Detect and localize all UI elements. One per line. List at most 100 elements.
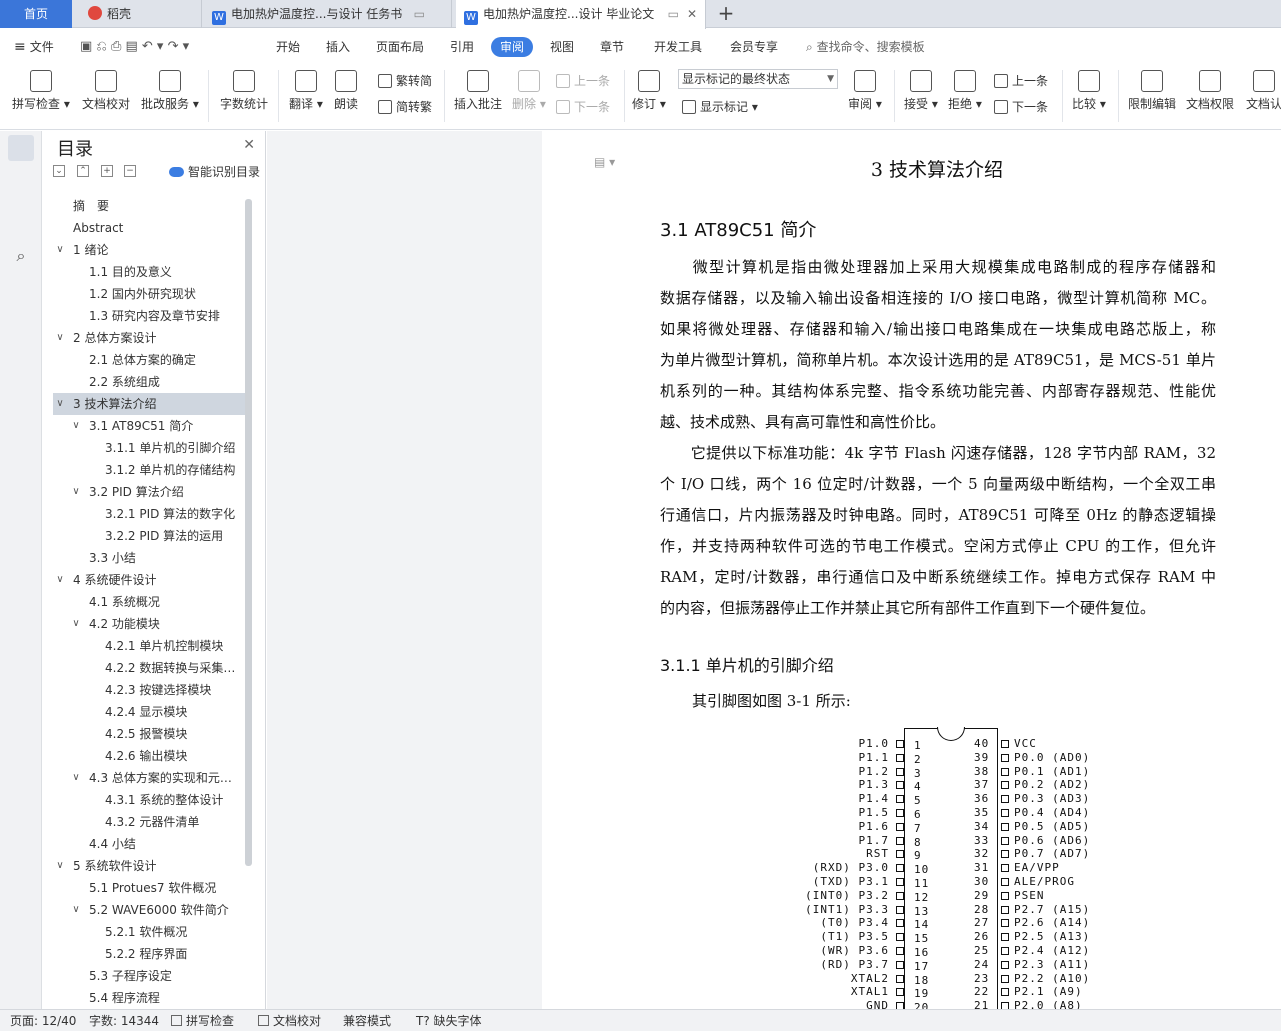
toc-item[interactable]: ∨ 3.1 AT89C51 简介 [53, 415, 246, 437]
toc-item[interactable]: 5.2.1 软件概况 [53, 921, 246, 943]
tab-task-doc[interactable]: W 电加热炉温度控...与设计 任务书 ▭ [204, 0, 452, 28]
word-count-button[interactable]: 字数统计 [220, 70, 268, 112]
doc-cert-button[interactable]: 文档认 [1246, 70, 1281, 112]
toc-item[interactable]: ∨ 2 总体方案设计 [53, 327, 246, 349]
toc-item[interactable]: 4.4 小结 [53, 833, 246, 855]
toc-item[interactable]: 1.1 目的及意义 [53, 261, 246, 283]
read-aloud-button[interactable]: 朗读 [334, 70, 358, 112]
tab-docer[interactable]: 稻壳 [74, 0, 202, 28]
toc-item[interactable]: ∨ 1 绪论 [53, 239, 246, 261]
chevron-down-icon[interactable]: ∨ [71, 767, 81, 789]
menu-start[interactable]: 开始 [276, 34, 300, 60]
toc-item[interactable]: 摘 要 [53, 195, 246, 217]
toc-item[interactable]: 5.2.2 程序界面 [53, 943, 246, 965]
chevron-down-icon[interactable]: ∨ [55, 569, 65, 591]
next-change-button[interactable]: 下一条 [994, 98, 1048, 115]
tab-window-icon[interactable]: ▭ [668, 0, 679, 28]
menu-dev-tools[interactable]: 开发工具 [654, 34, 702, 60]
command-search[interactable]: ⌕ 查找命令、搜索模板 [806, 34, 925, 60]
smart-toc-button[interactable]: 智能识别目录 [169, 163, 260, 180]
prev-change-button[interactable]: 上一条 [994, 72, 1048, 89]
page-indicator[interactable]: 页面: 12/40 [10, 1010, 76, 1032]
correction-service-button[interactable]: 批改服务 ▾ [141, 70, 199, 112]
menu-chapter[interactable]: 章节 [600, 34, 624, 60]
add-heading-icon[interactable]: + [101, 165, 113, 177]
toc-item[interactable]: 3.3 小结 [53, 547, 246, 569]
expand-icon[interactable]: ⌄ [53, 165, 65, 177]
toc-item[interactable]: Abstract [53, 217, 246, 239]
toc-item[interactable]: 4.1 系统概况 [53, 591, 246, 613]
document-page[interactable]: ▤ ▾ 3 技术算法介绍 3.1 AT89C51 简介 微型计算机是指由微处理器… [542, 131, 1281, 1009]
chevron-down-icon[interactable]: ∨ [55, 239, 65, 261]
toc-item[interactable]: 4.2.6 输出模块 [53, 745, 246, 767]
insert-comment-button[interactable]: 插入批注 [454, 70, 502, 112]
menu-file[interactable]: ≡ 文件 [14, 34, 54, 60]
toc-item[interactable]: 3.2.2 PID 算法的运用 [53, 525, 246, 547]
toc-item[interactable]: ∨ 3.2 PID 算法介绍 [53, 481, 246, 503]
toc-item[interactable]: 4.2.5 报警模块 [53, 723, 246, 745]
toc-item[interactable]: ∨ 5.2 WAVE6000 软件简介 [53, 899, 246, 921]
remove-heading-icon[interactable]: − [124, 165, 136, 177]
toc-item[interactable]: 5.4 程序流程 [53, 987, 246, 1009]
toc-item[interactable]: 4.2.4 显示模块 [53, 701, 246, 723]
delete-comment-button[interactable]: 删除 ▾ [512, 70, 546, 112]
doc-rights-button[interactable]: 文档权限 [1186, 70, 1234, 112]
toc-item[interactable]: ∨ 4 系统硬件设计 [53, 569, 246, 591]
toc-item[interactable]: 4.2.2 数据转换与采集模块 [53, 657, 246, 679]
menu-reference[interactable]: 引用 [450, 34, 474, 60]
collapse-icon[interactable]: ⌃ [77, 165, 89, 177]
chevron-down-icon[interactable]: ∨ [55, 393, 65, 415]
missing-font[interactable]: T? 缺失字体 [416, 1010, 482, 1032]
toc-item[interactable]: ∨ 4.2 功能模块 [53, 613, 246, 635]
quick-access-icons[interactable]: ▣ ⎌ ⎙ ▤ ↶ ▾ ↷ ▾ [80, 34, 189, 60]
show-markup-button[interactable]: 显示标记 ▾ [682, 98, 758, 115]
accept-button[interactable]: 接受 ▾ [904, 70, 938, 112]
menu-layout[interactable]: 页面布局 [376, 34, 424, 60]
toc-panel-icon[interactable] [8, 135, 34, 161]
toc-scrollbar[interactable] [245, 199, 252, 866]
toc-item[interactable]: ∨ 5 系统软件设计 [53, 855, 246, 877]
chapter-nav-icon[interactable] [8, 171, 34, 197]
simp-to-trad-button[interactable]: 简转繁 [378, 98, 432, 115]
search-icon[interactable]: ⌕ [8, 243, 34, 269]
toc-item[interactable]: 1.2 国内外研究现状 [53, 283, 246, 305]
bookmark-icon[interactable] [8, 207, 34, 233]
spell-check-button[interactable]: 拼写检查 ▾ [12, 70, 70, 112]
review-pane-button[interactable]: 审阅 ▾ [848, 70, 882, 112]
toc-item[interactable]: 5.3 子程序设定 [53, 965, 246, 987]
proofread-button[interactable]: 文档校对 [82, 70, 130, 112]
close-icon[interactable]: ✕ [687, 0, 697, 28]
new-tab-icon[interactable]: + [716, 0, 736, 28]
track-changes-button[interactable]: 修订 ▾ [632, 70, 666, 112]
chevron-down-icon[interactable]: ∨ [71, 481, 81, 503]
trad-to-simp-button[interactable]: 繁转简 [378, 72, 432, 89]
compare-button[interactable]: 比较 ▾ [1072, 70, 1106, 112]
tab-home[interactable]: 首页 [0, 0, 72, 28]
toc-item[interactable]: 3.1.1 单片机的引脚介绍 [53, 437, 246, 459]
tab-window-icon[interactable]: ▭ [414, 0, 425, 28]
chevron-down-icon[interactable]: ∨ [55, 855, 65, 877]
toc-item[interactable]: ∨ 3 技术算法介绍 [53, 393, 246, 415]
next-comment-button[interactable]: 下一条 [556, 98, 610, 115]
toc-item[interactable]: 4.3.1 系统的整体设计 [53, 789, 246, 811]
menu-review[interactable]: 审阅 [491, 37, 534, 57]
chevron-down-icon[interactable]: ∨ [55, 327, 65, 349]
toc-item[interactable]: 4.3.2 元器件清单 [53, 811, 246, 833]
chevron-down-icon[interactable]: ∨ [71, 899, 81, 921]
chevron-down-icon[interactable]: ∨ [71, 415, 81, 437]
toc-item[interactable]: 2.2 系统组成 [53, 371, 246, 393]
toc-item[interactable]: 4.2.1 单片机控制模块 [53, 635, 246, 657]
toc-item[interactable]: 1.3 研究内容及章节安排 [53, 305, 246, 327]
translate-button[interactable]: 翻译 ▾ [289, 70, 323, 112]
toc-item[interactable]: 3.1.2 单片机的存储结构 [53, 459, 246, 481]
markup-state-select[interactable]: 显示标记的最终状态 ▼ [678, 69, 838, 89]
prev-comment-button[interactable]: 上一条 [556, 72, 610, 89]
toc-item[interactable]: 2.1 总体方案的确定 [53, 349, 246, 371]
menu-view[interactable]: 视图 [550, 34, 574, 60]
toc-item[interactable]: 4.2.3 按键选择模块 [53, 679, 246, 701]
close-icon[interactable]: ✕ [243, 137, 255, 153]
menu-insert[interactable]: 插入 [326, 34, 350, 60]
tab-thesis-doc[interactable]: W 电加热炉温度控...设计 毕业论文 ▭ ✕ [456, 0, 706, 29]
toc-item[interactable]: ∨ 4.3 总体方案的实现和元件清单 [53, 767, 246, 789]
status-spell-check[interactable]: 拼写检查 [171, 1010, 234, 1032]
